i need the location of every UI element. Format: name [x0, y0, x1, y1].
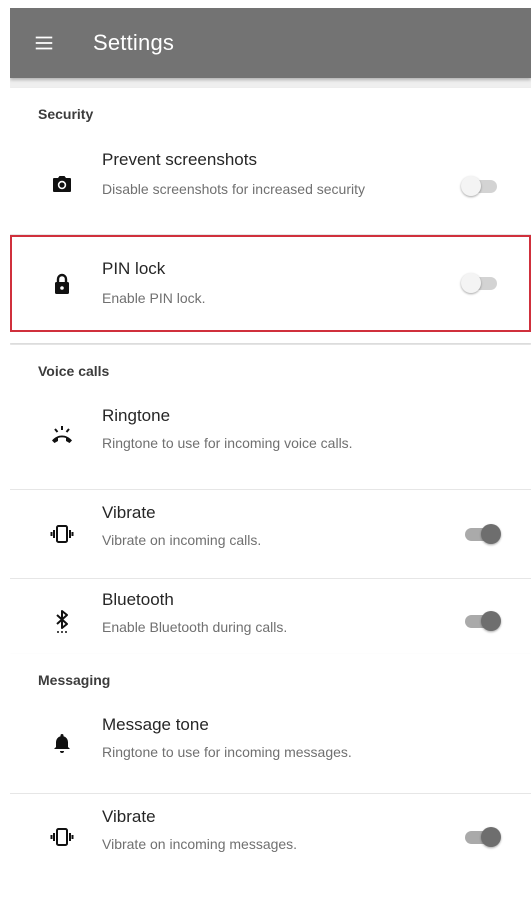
- app-bar: Settings: [10, 8, 531, 78]
- section-header-security: Security: [38, 106, 94, 122]
- setting-title: Vibrate: [102, 807, 156, 826]
- setting-subtitle: Vibrate on incoming messages.: [102, 836, 298, 852]
- setting-message-tone[interactable]: Message tone Ringtone to use for incomin…: [10, 706, 531, 794]
- setting-subtitle: Enable PIN lock.: [102, 290, 206, 306]
- section-messaging: Messaging Message tone Ringtone to use f…: [10, 654, 531, 888]
- camera-icon: [50, 172, 74, 196]
- section-security: Security Prevent screenshots Disable scr…: [10, 88, 531, 343]
- setting-title: Message tone: [102, 715, 209, 734]
- section-header-voice-calls: Voice calls: [38, 363, 110, 379]
- menu-button[interactable]: [19, 8, 69, 78]
- setting-subtitle: Disable screenshots for increased securi…: [102, 181, 366, 197]
- page-title: Settings: [93, 30, 175, 55]
- setting-title: Ringtone: [102, 406, 171, 425]
- ringing-phone-icon: [50, 422, 74, 446]
- setting-vibrate-messages[interactable]: Vibrate Vibrate on incoming messages.: [10, 794, 531, 884]
- setting-ringtone[interactable]: Ringtone Ringtone to use for incoming vo…: [10, 397, 531, 490]
- bluetooth-toggle[interactable]: [461, 609, 501, 633]
- pin-lock-toggle[interactable]: [461, 271, 501, 295]
- bluetooth-searching-icon: [50, 609, 74, 633]
- setting-title: Vibrate: [102, 503, 156, 522]
- setting-subtitle: Vibrate on incoming calls.: [102, 532, 262, 548]
- setting-pin-lock[interactable]: PIN lock Enable PIN lock.: [10, 235, 531, 332]
- bell-icon: [50, 731, 74, 755]
- vibrate-icon: [50, 522, 74, 546]
- setting-title: PIN lock: [102, 259, 166, 278]
- setting-prevent-screenshots[interactable]: Prevent screenshots Disable screenshots …: [10, 140, 531, 235]
- setting-title: Prevent screenshots: [102, 150, 257, 169]
- vibrate-messages-toggle[interactable]: [461, 825, 501, 849]
- setting-vibrate-calls[interactable]: Vibrate Vibrate on incoming calls.: [10, 490, 531, 579]
- vibrate-icon: [50, 825, 74, 849]
- prevent-screenshots-toggle[interactable]: [461, 174, 501, 198]
- setting-subtitle: Ringtone to use for incoming voice calls…: [102, 435, 353, 451]
- settings-screen: Settings Security Prevent screenshots Di…: [10, 8, 531, 888]
- hamburger-menu-icon: [35, 36, 53, 50]
- vibrate-calls-toggle[interactable]: [461, 522, 501, 546]
- lock-icon: [50, 272, 74, 296]
- setting-title: Bluetooth: [102, 590, 174, 609]
- setting-subtitle: Ringtone to use for incoming messages.: [102, 744, 352, 760]
- section-header-messaging: Messaging: [38, 672, 111, 688]
- setting-subtitle: Enable Bluetooth during calls.: [102, 619, 288, 635]
- section-voice-calls: Voice calls Ringtone Ringtone to use for…: [10, 345, 531, 667]
